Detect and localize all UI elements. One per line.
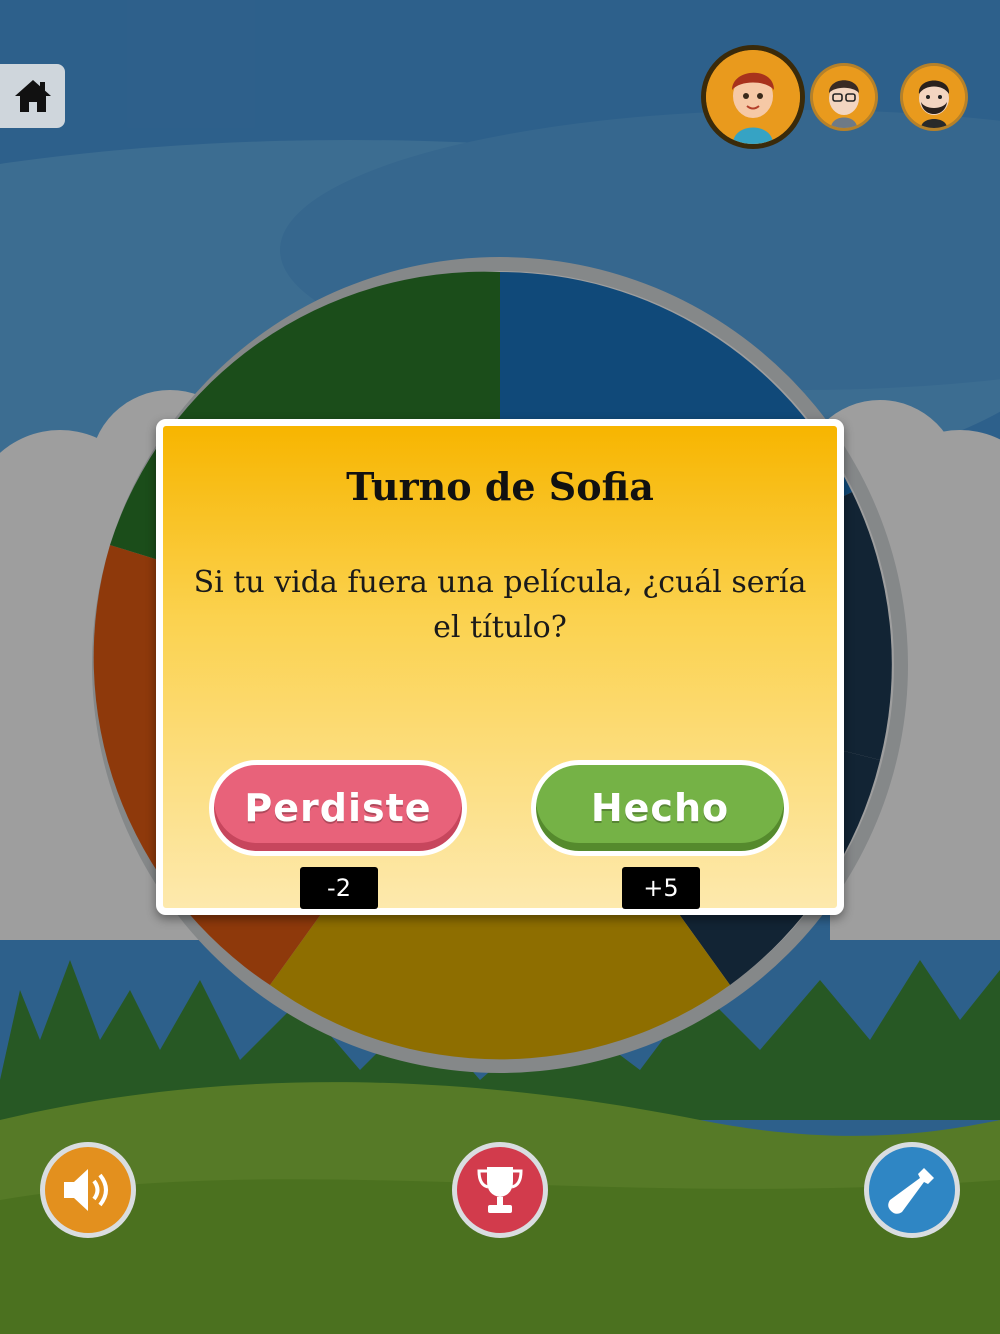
speaker-icon (64, 1169, 108, 1211)
dialog-title: Turno de Sofia (346, 464, 654, 509)
player-avatar[interactable] (903, 66, 965, 128)
lost-points-badge: -2 (300, 867, 378, 909)
sound-button[interactable] (40, 1142, 136, 1238)
lost-button[interactable]: Perdiste (209, 760, 467, 856)
leaderboard-button[interactable] (452, 1142, 548, 1238)
done-button[interactable]: Hecho (531, 760, 789, 856)
question-text: Si tu vida fuera una película, ¿cuál ser… (193, 565, 807, 645)
boy-avatar-icon (706, 50, 800, 144)
player-avatar-active[interactable] (706, 50, 800, 144)
bottle-icon (888, 1168, 934, 1214)
done-points-badge: +5 (622, 867, 700, 909)
spin-bottle-button[interactable] (864, 1142, 960, 1238)
trophy-icon (477, 1167, 523, 1213)
glasses-man-avatar-icon (813, 66, 875, 128)
home-button[interactable] (0, 64, 65, 128)
turn-dialog: Turno de Sofia Si tu vida fuera una pelí… (156, 419, 844, 915)
player-avatar[interactable] (813, 66, 875, 128)
bearded-man-avatar-icon (903, 66, 965, 128)
home-icon (14, 80, 51, 112)
